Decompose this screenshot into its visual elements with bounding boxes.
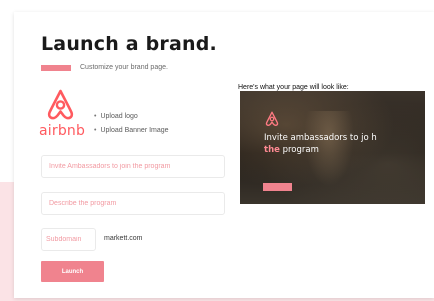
preview-headline-line2: the program	[264, 144, 414, 156]
preview-airbnb-logo-icon	[265, 111, 279, 126]
page-subtitle: Customize your brand page.	[80, 64, 168, 71]
brand-logo-wordmark: airbnb	[39, 123, 86, 139]
upload-banner-link[interactable]: Upload Banner Image	[94, 124, 168, 138]
page-title: Launch a brand.	[41, 33, 217, 55]
preview-headline-line1: Invite ambassadors to jo h	[264, 133, 377, 143]
launch-button[interactable]: Launch	[41, 261, 104, 282]
preview-headline-rest: program	[279, 145, 319, 155]
domain-suffix: markett.com	[104, 235, 143, 242]
brand-logo: airbnb	[39, 89, 89, 139]
upload-options: Upload logo Upload Banner Image	[94, 110, 169, 138]
preview-label: Here's what your page will look like:	[238, 84, 349, 91]
airbnb-logo-icon	[47, 89, 74, 120]
accent-bar	[41, 65, 71, 71]
headline-input[interactable]	[41, 155, 225, 178]
upload-logo-link[interactable]: Upload logo	[94, 110, 169, 124]
subdomain-input[interactable]	[41, 228, 96, 251]
description-input[interactable]	[41, 192, 225, 215]
page-preview: Invite ambassadors to jo h the program	[240, 91, 425, 204]
preview-cta-button	[263, 183, 292, 191]
preview-headline: Invite ambassadors to jo h the program	[264, 132, 414, 156]
preview-headline-highlight: the	[264, 145, 280, 155]
